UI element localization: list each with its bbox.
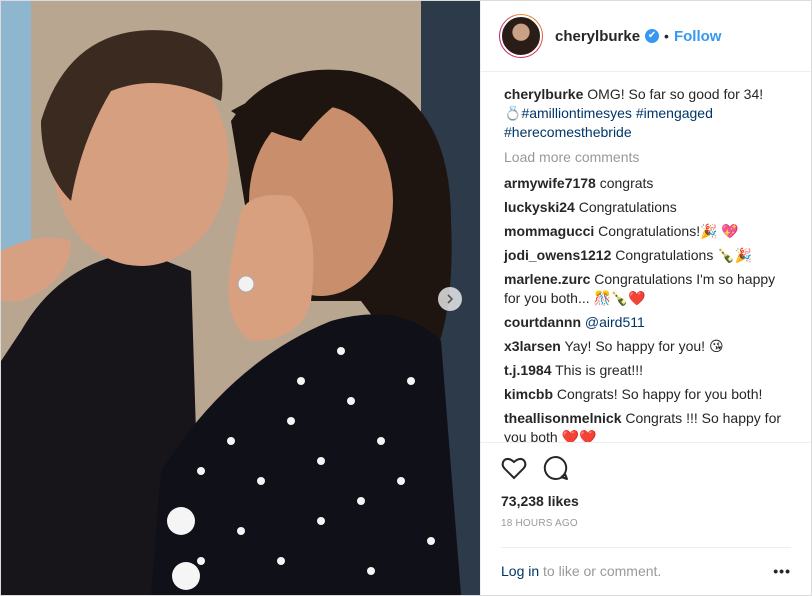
follow-button[interactable]: Follow	[674, 28, 722, 45]
mention-link[interactable]: @aird511	[585, 314, 645, 330]
hashtag[interactable]: #herecomesthebride	[504, 124, 632, 140]
hashtag[interactable]: #amilliontimesyes	[521, 105, 631, 121]
next-photo-button[interactable]	[438, 287, 462, 311]
comment-text: Congratulations	[578, 199, 677, 215]
comment-username[interactable]: theallisonmelnick	[504, 410, 621, 426]
post-sidebar: cherylburke ✔ • Follow cherylburke OMG! …	[480, 1, 811, 595]
caption: cherylburke OMG! So far so good for 34! …	[504, 85, 788, 142]
comment-username[interactable]: x3larsen	[504, 338, 561, 354]
login-link[interactable]: Log in	[501, 563, 539, 579]
comment-username[interactable]: courtdannn	[504, 314, 581, 330]
comment: kimcbb Congrats! So happy for you both!	[504, 385, 788, 404]
comment: armywife7178 congrats	[504, 174, 788, 193]
comment-username[interactable]: kimcbb	[504, 386, 553, 402]
comment: jodi_owens1212 Congratulations 🍾🎉	[504, 246, 788, 265]
avatar-image	[500, 15, 542, 57]
load-more-comments-button[interactable]: Load more comments	[504, 148, 788, 167]
caption-username[interactable]: cherylburke	[504, 86, 583, 102]
comment-username[interactable]: marlene.zurc	[504, 271, 590, 287]
hashtag[interactable]: #imengaged	[636, 105, 713, 121]
comment-username[interactable]: mommagucci	[504, 223, 594, 239]
likes-count[interactable]: 73,238 likes	[501, 493, 791, 509]
more-options-button[interactable]: •••	[773, 563, 791, 579]
avatar[interactable]	[499, 14, 543, 58]
instagram-post: cherylburke ✔ • Follow cherylburke OMG! …	[0, 0, 812, 596]
comment-text: congrats	[599, 175, 654, 191]
comment-username[interactable]: luckyski24	[504, 199, 575, 215]
comment: t.j.1984 This is great!!!	[504, 361, 788, 380]
comment-text: Yay! So happy for you! 😘	[564, 338, 724, 354]
action-icons	[501, 453, 791, 483]
chevron-right-icon	[447, 294, 454, 304]
ring-emoji-icon: 💍	[504, 105, 522, 121]
comment-username[interactable]: t.j.1984	[504, 362, 551, 378]
comment-icon[interactable]	[543, 455, 569, 481]
post-header: cherylburke ✔ • Follow	[481, 1, 811, 72]
comment-text: Congratulations!🎉 💖	[598, 223, 739, 239]
comment-text: Congratulations 🍾🎉	[615, 247, 753, 263]
comment: mommagucci Congratulations!🎉 💖	[504, 222, 788, 241]
verified-badge-icon: ✔	[645, 29, 660, 43]
comment: marlene.zurc Congratulations I'm so happ…	[504, 270, 788, 308]
comment-username[interactable]: jodi_owens1212	[504, 247, 611, 263]
comment: luckyski24 Congratulations	[504, 198, 788, 217]
caption-text: OMG! So far so good for 34!	[587, 86, 764, 102]
comment: x3larsen Yay! So happy for you! 😘	[504, 337, 788, 356]
comment-text: This is great!!!	[555, 362, 644, 378]
comment: theallisonmelnick Congrats !!! So happy …	[504, 409, 788, 442]
comment-username[interactable]: armywife7178	[504, 175, 596, 191]
login-prompt: Log in to like or comment.	[501, 563, 661, 579]
comment-text: Congrats! So happy for you both!	[556, 386, 763, 402]
header-username[interactable]: cherylburke	[555, 28, 640, 45]
post-photo[interactable]	[1, 1, 480, 595]
photo-illustration	[1, 1, 480, 595]
post-timestamp: 18 HOURS AGO	[501, 518, 578, 529]
comment: courtdannn @aird511	[504, 313, 788, 332]
separator-dot: •	[664, 28, 669, 44]
login-bar: Log in to like or comment. •••	[501, 547, 791, 579]
login-rest-text: to like or comment.	[539, 563, 662, 579]
heart-icon[interactable]	[501, 456, 527, 480]
comment-list: cherylburke OMG! So far so good for 34! …	[481, 72, 811, 442]
action-section: 73,238 likes 18 HOURS AGO Log in to like…	[481, 442, 811, 595]
